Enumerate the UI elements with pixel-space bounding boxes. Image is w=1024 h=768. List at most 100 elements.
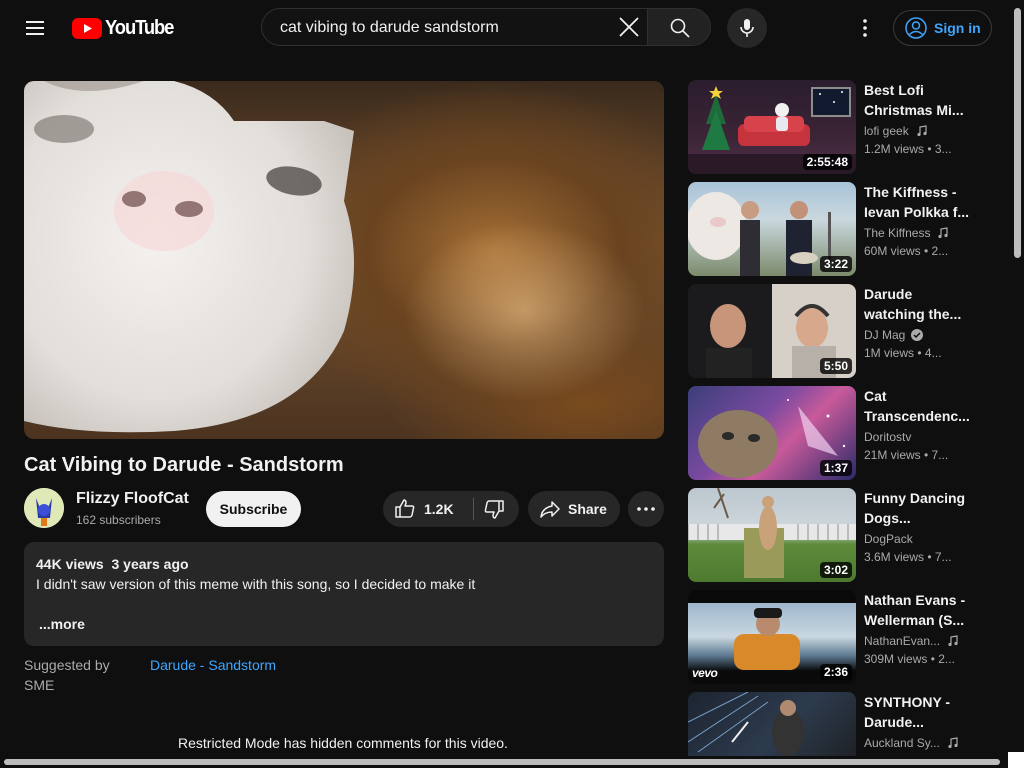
channel-name[interactable]: lofi geek — [864, 124, 929, 138]
recommendation-item[interactable]: 3:22 The Kiffness - Ievan Polkka f... Th… — [688, 182, 998, 276]
video-stats: 1M views • 4... — [864, 346, 942, 360]
scrollbar-corner — [1008, 752, 1024, 768]
share-button[interactable]: Share — [528, 491, 620, 527]
video-thumbnail: 2:55:48 — [688, 80, 856, 174]
share-label: Share — [568, 501, 607, 517]
video-stats: 3.6M views • 7... — [864, 550, 952, 564]
channel-label: lofi geek — [864, 124, 909, 138]
channel-avatar[interactable] — [24, 488, 64, 528]
video-duration: 5:50 — [819, 358, 852, 374]
voice-search-button[interactable] — [727, 8, 767, 48]
upload-age: 3 years ago — [111, 556, 189, 572]
show-more-link[interactable]: ...more — [39, 616, 85, 632]
more-horizontal-icon — [637, 507, 655, 511]
song-link[interactable]: Darude - Sandstorm — [150, 655, 276, 675]
clear-search-icon[interactable] — [615, 13, 643, 41]
title-line: Nathan Evans - — [864, 592, 966, 608]
account-icon — [905, 17, 927, 39]
recommendation-item[interactable]: 2:55:48 Best Lofi Christmas Mi... lofi g… — [688, 80, 998, 174]
title-line: Ievan Polkka f... — [864, 204, 970, 220]
video-thumbnail: 3:02 — [688, 488, 856, 582]
suggested-by-label: Suggested by SME — [24, 657, 110, 693]
search-icon — [670, 18, 690, 38]
youtube-play-icon — [72, 17, 102, 39]
video-title: Nathan Evans - Wellerman (S... — [864, 590, 974, 630]
title-line: Funny Dancing — [864, 490, 966, 506]
settings-menu-icon[interactable] — [853, 16, 877, 40]
channel-name[interactable]: Flizzy FloofCat — [76, 490, 189, 508]
title-line: The Kiffness - — [864, 184, 957, 200]
title-line: Transcendenc... — [864, 408, 970, 424]
sign-in-button[interactable]: Sign in — [893, 10, 992, 46]
recommendation-item[interactable]: 5:50 Darude watching the... DJ Mag 1M vi… — [688, 284, 998, 378]
recommendation-item[interactable]: 3:02 Funny Dancing Dogs... DogPack 3.6M … — [688, 488, 998, 582]
owner-row: Flizzy FloofCat 162 subscribers Subscrib… — [24, 488, 664, 528]
title-line: Darude — [864, 286, 913, 302]
video-stats: 60M views • 2... — [864, 244, 949, 258]
description-text: I didn't saw version of this meme with t… — [36, 576, 476, 592]
recommendation-item[interactable]: vevo 2:36 Nathan Evans - Wellerman (S...… — [688, 590, 998, 684]
video-duration: 2:55:48 — [802, 154, 852, 170]
thumbs-down-icon — [484, 500, 504, 519]
search-button[interactable] — [647, 8, 711, 46]
video-title: SYNTHONY - Darude... — [864, 692, 974, 732]
recommendation-item[interactable]: 1:37 Cat Transcendenc... Doritostv 21M v… — [688, 386, 998, 480]
video-stats: 1.2M views • 3... — [864, 142, 952, 156]
like-count: 1.2K — [424, 501, 454, 517]
restricted-mode-notice: Restricted Mode has hidden comments for … — [178, 735, 508, 751]
video-duration: 3:22 — [819, 256, 852, 272]
vertical-scrollbar-thumb[interactable] — [1014, 8, 1021, 258]
verified-icon — [911, 329, 924, 341]
search-box — [261, 8, 647, 47]
title-line: Cat — [864, 388, 887, 404]
channel-name[interactable]: The Kiffness — [864, 226, 950, 240]
music-note-icon — [938, 227, 949, 239]
title-line: Best Lofi — [864, 82, 924, 98]
share-icon — [540, 501, 560, 518]
menu-icon[interactable] — [22, 16, 50, 40]
channel-label: DogPack — [864, 532, 913, 546]
youtube-wordmark: YouTube — [105, 16, 174, 39]
more-actions-button[interactable] — [628, 491, 664, 527]
video-thumbnail: vevo 2:36 — [688, 590, 856, 684]
channel-name[interactable]: DJ Mag — [864, 328, 924, 342]
channel-name[interactable]: DogPack — [864, 532, 913, 546]
title-line: Christmas Mi... — [864, 102, 964, 118]
cat-video-frame — [24, 81, 354, 433]
video-thumbnail: 3:22 — [688, 182, 856, 276]
video-title: The Kiffness - Ievan Polkka f... — [864, 182, 974, 222]
video-duration: 1:37 — [819, 460, 852, 476]
channel-label: Doritostv — [864, 430, 912, 444]
recommendation-item[interactable]: SYNTHONY - Darude... Auckland Sy... — [688, 692, 998, 756]
title-line: watching the... — [864, 306, 962, 322]
music-note-icon — [948, 635, 958, 647]
video-player[interactable] — [24, 81, 664, 439]
video-duration: 3:02 — [819, 562, 852, 578]
horizontal-scrollbar-thumb[interactable] — [4, 759, 1000, 765]
vevo-watermark: vevo — [692, 666, 718, 680]
search-input[interactable] — [278, 9, 612, 47]
channel-name[interactable]: Doritostv — [864, 430, 911, 444]
dislike-button[interactable] — [474, 491, 519, 527]
sign-in-label: Sign in — [934, 20, 981, 36]
description-box[interactable]: 44K views 3 years ago I didn't saw versi… — [24, 542, 664, 646]
channel-name[interactable]: NathanEvan... — [864, 634, 960, 648]
like-button[interactable]: 1.2K — [383, 491, 473, 527]
video-thumbnail — [688, 692, 856, 756]
subscriber-count: 162 subscribers — [76, 513, 161, 527]
youtube-logo[interactable]: YouTube — [72, 16, 179, 40]
video-thumbnail: 5:50 — [688, 284, 856, 378]
channel-name[interactable]: Auckland Sy... — [864, 736, 960, 750]
title-line: Darude... — [864, 714, 924, 730]
video-stats: 309M views • 2... — [864, 652, 955, 666]
music-note-icon — [917, 125, 927, 137]
subscribe-button[interactable]: Subscribe — [206, 491, 301, 527]
video-thumbnail: 1:37 — [688, 386, 856, 480]
video-title: Best Lofi Christmas Mi... — [864, 80, 974, 120]
view-count: 44K views — [36, 556, 104, 572]
video-stats: 21M views • 7... — [864, 448, 949, 462]
masthead: YouTube Sign in — [0, 0, 1024, 56]
channel-label: The Kiffness — [864, 226, 931, 240]
music-note-icon — [948, 737, 958, 749]
title-line: Dogs... — [864, 510, 911, 526]
